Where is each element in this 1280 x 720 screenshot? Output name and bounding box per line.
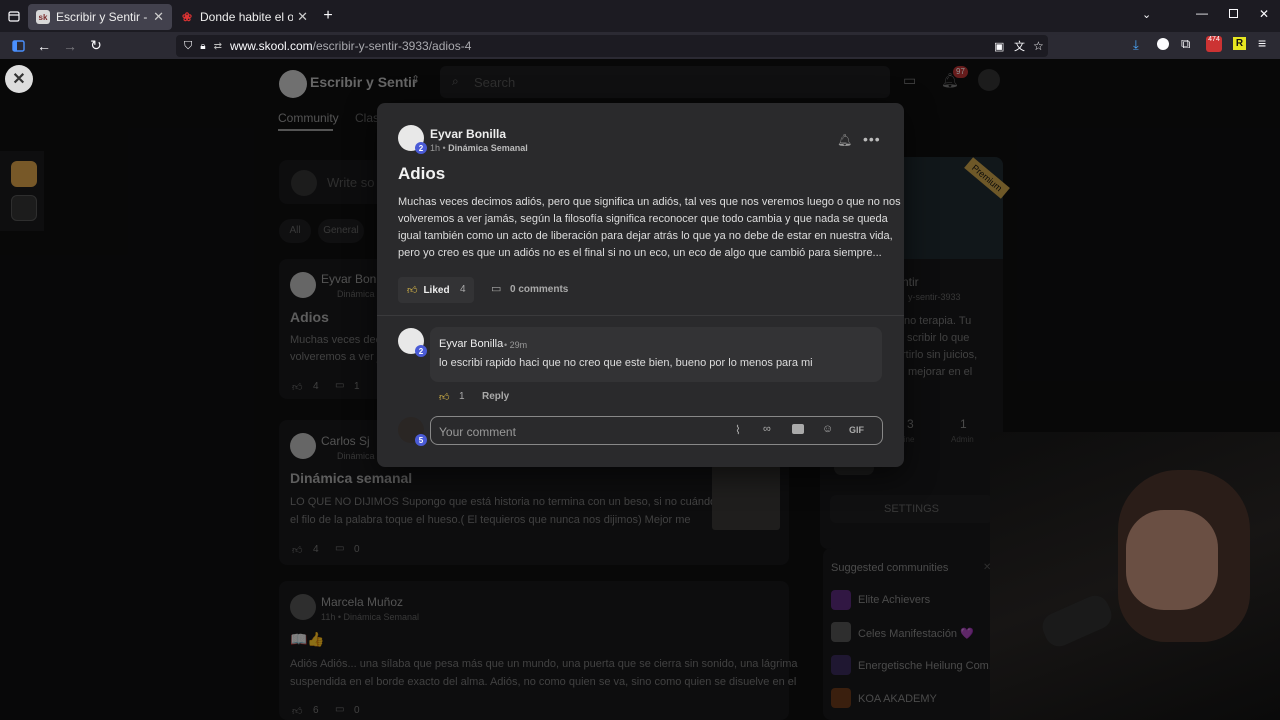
extension-icon[interactable] bbox=[1157, 38, 1169, 50]
commenter-avatar[interactable]: 2 bbox=[398, 328, 427, 357]
tab-list-icon[interactable] bbox=[0, 10, 28, 22]
author-avatar[interactable]: 2 bbox=[398, 125, 427, 154]
webcam-person-face bbox=[1126, 510, 1218, 610]
reply-button[interactable]: Reply bbox=[482, 391, 509, 402]
post-author[interactable]: Eyvar Bonilla bbox=[430, 127, 506, 141]
link-icon[interactable]: ∞ bbox=[763, 423, 771, 435]
comment-time: • 29m bbox=[504, 340, 528, 350]
url-bar[interactable]: ⛉ 🔒︎ ⇄ www.skool.com/escribir-y-sentir-3… bbox=[176, 35, 1048, 57]
rose-favicon-icon: ❀ bbox=[181, 10, 193, 24]
tab-title: Escribir y Sentir - Dinámica Sem bbox=[56, 10, 149, 24]
divider bbox=[377, 315, 904, 316]
menu-icon[interactable]: ≡ bbox=[1258, 35, 1266, 51]
post-modal: 2 Eyvar Bonilla 1h • Dinámica Semanal 🔔︎… bbox=[377, 103, 904, 467]
post-category[interactable]: Dinámica Semanal bbox=[448, 143, 528, 153]
browser-nav-bar: ← → ↻ ⛉ 🔒︎ ⇄ www.skool.com/escribir-y-se… bbox=[0, 32, 1280, 59]
close-window-icon[interactable]: ✕ bbox=[1259, 7, 1269, 21]
comment-text: lo escribi rapido haci que no creo que e… bbox=[439, 357, 813, 369]
lock-icon: 🔒︎ bbox=[200, 40, 206, 52]
back-icon[interactable]: ← bbox=[32, 34, 56, 58]
microphone bbox=[1038, 591, 1116, 651]
comment-icon[interactable]: ▭ bbox=[491, 282, 501, 295]
level-badge: 5 bbox=[415, 434, 427, 446]
comment-placeholder: Your comment bbox=[439, 425, 516, 439]
webcam-overlay bbox=[990, 432, 1280, 720]
post-time: 1h bbox=[430, 143, 441, 153]
puzzle-icon[interactable]: ⧉ bbox=[1181, 36, 1190, 52]
tab-donde-habite[interactable]: ❀ Donde habite el olvido - Poema ✕ bbox=[172, 4, 316, 30]
post-body-line: igual también como un acto de liberación… bbox=[398, 230, 893, 242]
bookmark-star-icon[interactable]: ☆ bbox=[1033, 39, 1044, 53]
video-icon[interactable] bbox=[792, 424, 804, 434]
post-body-line: pero yo creo es que un adiós no es el fi… bbox=[398, 247, 882, 259]
thumbs-up-icon[interactable]: 👍︎ bbox=[439, 391, 449, 403]
url-domain: www.skool.com bbox=[229, 39, 313, 53]
like-count[interactable]: 4 bbox=[460, 284, 466, 295]
chevron-down-icon[interactable]: ⌄ bbox=[1142, 8, 1151, 21]
close-modal-button[interactable]: ✕ bbox=[5, 65, 33, 93]
ublock-badge: 474 bbox=[1208, 36, 1220, 43]
attachment-icon[interactable]: ⌇ bbox=[735, 423, 741, 437]
translate-icon[interactable]: 文 bbox=[1014, 38, 1025, 54]
close-tab-icon[interactable]: ✕ bbox=[153, 9, 164, 25]
comment-bubble: Eyvar Bonilla • 29m lo escribi rapido ha… bbox=[430, 327, 882, 382]
post-body-line: Muchas veces decimos adiós, pero que sig… bbox=[398, 196, 901, 208]
liked-label: Liked bbox=[423, 284, 450, 296]
level-badge: 2 bbox=[415, 142, 427, 154]
close-icon: ✕ bbox=[12, 71, 26, 88]
level-badge: 2 bbox=[415, 345, 427, 357]
permissions-icon: ⇄ bbox=[213, 40, 222, 52]
post-body-line: volveremos a ver jamás, según la filosof… bbox=[398, 213, 888, 225]
minimize-icon[interactable]: — bbox=[1196, 6, 1208, 20]
comment-input[interactable]: Your comment ⌇ ∞ ☺ GIF bbox=[430, 416, 883, 445]
url-path: /escribir-y-sentir-3933/adios-4 bbox=[312, 39, 472, 53]
tab-escribir-y-sentir[interactable]: sk Escribir y Sentir - Dinámica Sem ✕ bbox=[28, 4, 172, 30]
more-options-icon[interactable]: ••• bbox=[863, 131, 881, 147]
comments-count-label[interactable]: 0 comments bbox=[510, 284, 568, 295]
sidebar-toggle-icon[interactable] bbox=[6, 34, 30, 58]
post-meta: 1h • Dinámica Semanal bbox=[430, 143, 528, 153]
reader-view-icon[interactable]: ▣ bbox=[994, 40, 1004, 53]
emoji-icon[interactable]: ☺ bbox=[822, 423, 833, 435]
post-body: Muchas veces decimos adiós, pero que sig… bbox=[398, 194, 901, 262]
download-icon[interactable]: ⤓ bbox=[1133, 37, 1139, 53]
like-button[interactable]: 👍︎ Liked 4 bbox=[398, 277, 474, 303]
gif-button[interactable]: GIF bbox=[849, 425, 864, 435]
shield-icon: ⛉ bbox=[184, 39, 193, 52]
tab-title: Donde habite el olvido - Poema bbox=[200, 10, 294, 24]
thumbs-up-icon: 👍︎ bbox=[407, 285, 418, 296]
post-title: Adios bbox=[398, 164, 446, 183]
ublock-icon[interactable]: 474 bbox=[1206, 36, 1222, 52]
maximize-icon[interactable] bbox=[1229, 9, 1238, 18]
new-tab-icon[interactable]: + bbox=[316, 7, 340, 25]
skool-favicon-icon: sk bbox=[36, 10, 50, 24]
forward-icon[interactable]: → bbox=[58, 34, 82, 58]
comment-author[interactable]: Eyvar Bonilla bbox=[439, 338, 503, 350]
r-extension-icon[interactable]: R bbox=[1233, 37, 1246, 50]
bell-icon[interactable]: 🔔︎ bbox=[837, 133, 852, 147]
current-user-avatar[interactable]: 5 bbox=[398, 417, 427, 446]
comment-like-count: 1 bbox=[459, 391, 465, 402]
reload-icon[interactable]: ↻ bbox=[84, 34, 108, 58]
browser-tab-bar: sk Escribir y Sentir - Dinámica Sem ✕ ❀ … bbox=[0, 0, 1280, 32]
close-tab-icon[interactable]: ✕ bbox=[297, 9, 308, 25]
